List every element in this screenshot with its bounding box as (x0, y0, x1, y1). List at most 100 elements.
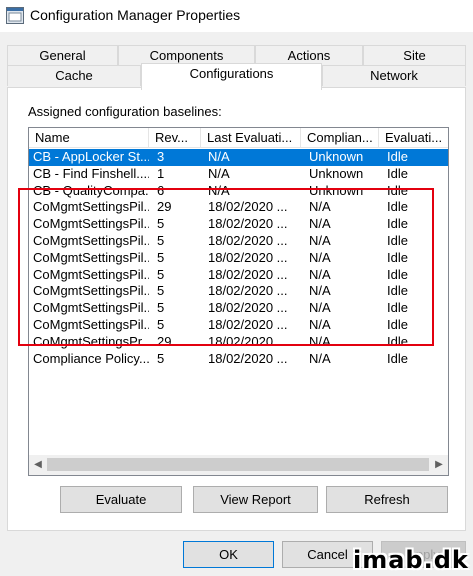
cell-last-evaluation: 18/02/2020 ... (208, 199, 288, 215)
cell-compliance: N/A (309, 283, 331, 299)
list-item[interactable]: CB - AppLocker St... 3 N/A Unknown Idle (29, 149, 448, 166)
cell-compliance: N/A (309, 317, 331, 332)
cell-name: CB - QualityCompa... (33, 182, 149, 198)
cell-name: CoMgmtSettingsPr... (33, 333, 149, 349)
list-item[interactable]: CoMgmtSettingsPil... 29 18/02/2020 ... N/A I… (29, 199, 448, 216)
cell-compliance: Unknown (309, 182, 364, 198)
cell-evaluation-state: Idle (387, 283, 408, 299)
cell-compliance: Unknown (309, 149, 364, 164)
cell-revision: 3 (157, 149, 165, 164)
list-item[interactable]: CoMgmtSettingsPil... 5 18/02/2020 ... N/A Id… (29, 283, 448, 300)
cell-revision: 5 (157, 350, 165, 366)
list-header: Name Rev... Last Evaluati... Complian...… (29, 128, 448, 148)
cell-evaluation-state: Idle (387, 233, 408, 248)
horizontal-scrollbar[interactable]: ◀ ▶ (29, 455, 448, 475)
cell-evaluation-state: Idle (387, 199, 408, 215)
list-item[interactable]: CoMgmtSettingsPil... 5 18/02/2020 ... N/A Id… (29, 216, 448, 233)
list-item[interactable]: CB - Find Finshell.... 1 N/A Unknown Idle (29, 166, 448, 183)
cell-name: Compliance Policy... (33, 350, 149, 366)
watermark-logo: imab.dk (353, 546, 469, 574)
cell-name: CB - AppLocker St... (33, 149, 149, 164)
list-item[interactable]: CoMgmtSettingsPil... 5 18/02/2020 ... N/A Id… (29, 267, 448, 284)
cell-compliance: N/A (309, 216, 331, 232)
cell-evaluation-state: Idle (387, 165, 408, 181)
cell-compliance: Unknown (309, 165, 364, 181)
cell-revision: 6 (157, 182, 165, 198)
list-item[interactable]: Compliance Policy... 5 18/02/2020 ... N/A Id… (29, 351, 448, 368)
list-item[interactable]: CoMgmtSettingsPr... 29 18/02/2020 ... N/A Id… (29, 334, 448, 351)
scroll-left-icon[interactable]: ◀ (30, 457, 46, 473)
cell-last-evaluation: 18/02/2020 ... (208, 249, 288, 265)
cell-last-evaluation: 18/02/2020 ... (208, 216, 288, 232)
cell-revision: 5 (157, 317, 165, 332)
column-header-evaluation-state[interactable]: Evaluati... (379, 128, 448, 148)
cell-last-evaluation: 18/02/2020 ... (208, 333, 288, 349)
cell-last-evaluation: N/A (208, 182, 230, 198)
tab-configurations[interactable]: Configurations (141, 63, 322, 90)
cell-compliance: N/A (309, 350, 331, 366)
cell-name: CoMgmtSettingsPil... (33, 199, 149, 215)
cell-compliance: N/A (309, 199, 331, 215)
tab-network[interactable]: Network (322, 65, 466, 86)
list-item[interactable]: CoMgmtSettingsPil... 5 18/02/2020 ... N/A Id… (29, 317, 448, 334)
cell-name: CoMgmtSettingsPil... (33, 249, 149, 265)
scroll-right-icon[interactable]: ▶ (431, 457, 447, 473)
scroll-thumb[interactable] (47, 458, 429, 471)
cell-last-evaluation: N/A (208, 149, 230, 164)
cell-last-evaluation: 18/02/2020 ... (208, 350, 288, 366)
evaluate-button[interactable]: Evaluate (60, 486, 182, 513)
cell-revision: 5 (157, 300, 165, 316)
cell-last-evaluation: 18/02/2020 ... (208, 283, 288, 299)
list-item[interactable]: CoMgmtSettingsPil... 5 18/02/2020 ... N/A Id… (29, 250, 448, 267)
properties-dialog: General Components Actions Site Cache Co… (0, 32, 473, 576)
cell-name: CB - Find Finshell.... (33, 165, 149, 181)
cell-revision: 5 (157, 249, 165, 265)
cell-name: CoMgmtSettingsPil... (33, 317, 149, 332)
cell-compliance: N/A (309, 266, 331, 282)
column-header-last-evaluation[interactable]: Last Evaluati... (201, 128, 301, 148)
cell-last-evaluation: 18/02/2020 ... (208, 233, 288, 248)
cell-revision: 29 (157, 199, 172, 215)
list-item[interactable]: CB - QualityCompa... 6 N/A Unknown Idle (29, 183, 448, 200)
cell-revision: 5 (157, 283, 165, 299)
baselines-list[interactable]: Name Rev... Last Evaluati... Complian...… (28, 127, 449, 476)
baselines-label: Assigned configuration baselines: (28, 104, 222, 119)
cell-evaluation-state: Idle (387, 333, 408, 349)
cell-evaluation-state: Idle (387, 182, 408, 198)
app-window-icon (6, 7, 24, 24)
cell-name: CoMgmtSettingsPil... (33, 300, 149, 316)
cell-evaluation-state: Idle (387, 317, 408, 332)
cell-name: CoMgmtSettingsPil... (33, 266, 149, 282)
cell-last-evaluation: N/A (208, 165, 230, 181)
tab-site[interactable]: Site (363, 45, 466, 66)
view-report-button[interactable]: View Report (193, 486, 318, 513)
cell-name: CoMgmtSettingsPil... (33, 233, 149, 248)
cell-revision: 5 (157, 266, 165, 282)
ok-button[interactable]: OK (183, 541, 274, 568)
cell-revision: 5 (157, 233, 165, 248)
cell-evaluation-state: Idle (387, 350, 408, 366)
tab-general[interactable]: General (7, 45, 118, 66)
refresh-button[interactable]: Refresh (326, 486, 448, 513)
list-item[interactable]: CoMgmtSettingsPil... 5 18/02/2020 ... N/A Id… (29, 300, 448, 317)
cell-revision: 29 (157, 333, 172, 349)
cell-evaluation-state: Idle (387, 216, 408, 232)
cell-evaluation-state: Idle (387, 149, 408, 164)
column-header-name[interactable]: Name (29, 128, 149, 148)
column-header-compliance[interactable]: Complian... (301, 128, 379, 148)
list-item[interactable]: CoMgmtSettingsPil... 5 18/02/2020 ... N/A Id… (29, 233, 448, 250)
tab-cache[interactable]: Cache (7, 65, 141, 86)
window-title: Configuration Manager Properties (30, 7, 241, 23)
cell-name: CoMgmtSettingsPil... (33, 216, 149, 232)
cell-evaluation-state: Idle (387, 300, 408, 316)
column-header-revision[interactable]: Rev... (149, 128, 201, 148)
cell-compliance: N/A (309, 233, 331, 248)
cell-last-evaluation: 18/02/2020 ... (208, 300, 288, 316)
cell-revision: 1 (157, 165, 165, 181)
title-bar: Configuration Manager Properties (0, 0, 473, 32)
cell-last-evaluation: 18/02/2020 ... (208, 317, 288, 332)
cell-name: CoMgmtSettingsPil... (33, 283, 149, 299)
cell-compliance: N/A (309, 333, 331, 349)
cell-revision: 5 (157, 216, 165, 232)
cell-evaluation-state: Idle (387, 266, 408, 282)
